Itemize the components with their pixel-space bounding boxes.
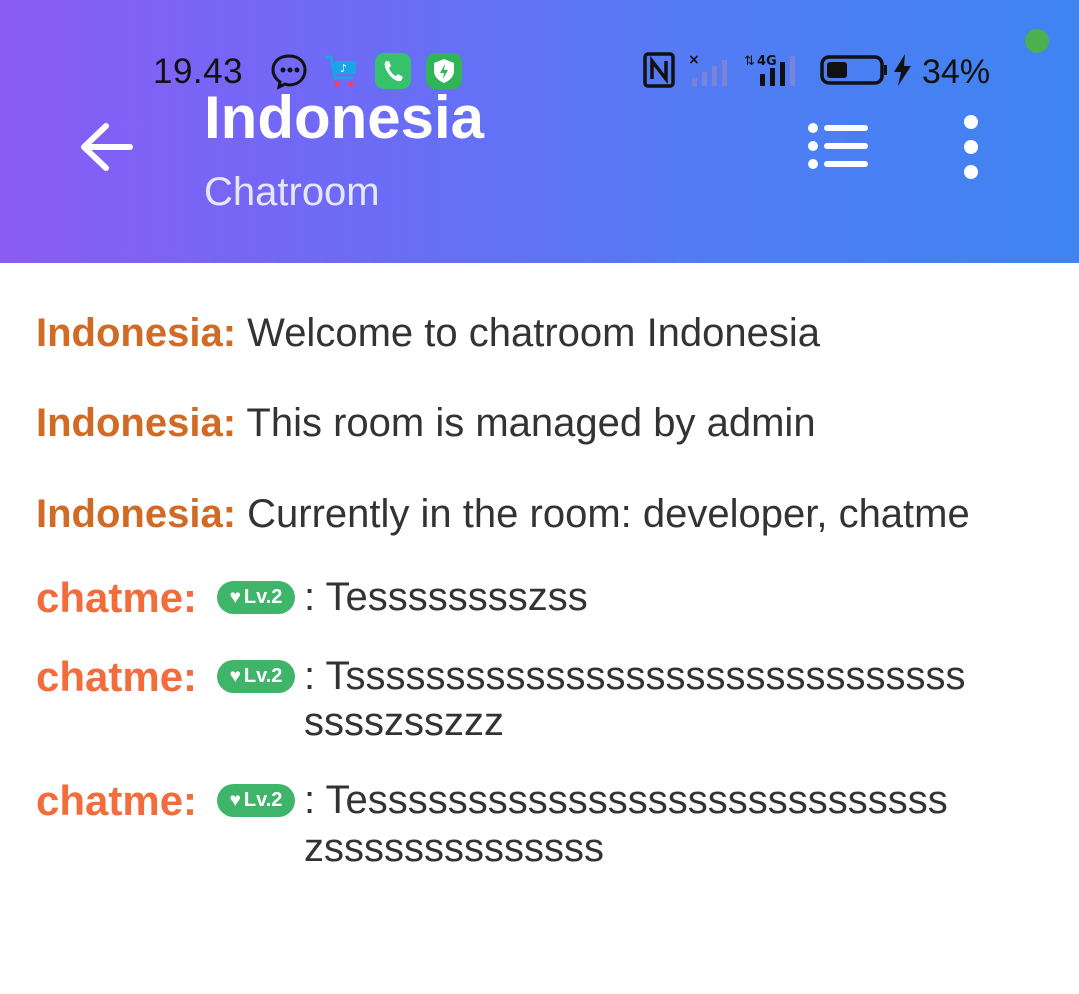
page-title: Indonesia bbox=[204, 84, 485, 151]
svg-text:4G: 4G bbox=[757, 54, 777, 69]
message-text: : Tesssssssssssssssssssssssssssss bbox=[304, 778, 948, 822]
heart-icon: ♥ bbox=[229, 666, 241, 687]
message-text: : Tsssssssssssssssssssssssssssssss bbox=[304, 654, 966, 698]
privacy-indicator-dot bbox=[1025, 29, 1049, 53]
message-text: : Tesssssssszss bbox=[304, 575, 588, 619]
message-sender[interactable]: Indonesia: bbox=[36, 401, 236, 445]
level-label: Lv.2 bbox=[243, 665, 283, 687]
room-message: Indonesia: This room is managed by admin bbox=[36, 399, 816, 448]
signal-sim1-icon: × bbox=[688, 52, 727, 86]
list-icon[interactable] bbox=[806, 122, 870, 170]
level-badge: ♥ Lv.2 bbox=[217, 784, 295, 817]
more-vertical-icon[interactable] bbox=[956, 114, 986, 180]
message-sender[interactable]: Indonesia: bbox=[36, 311, 236, 355]
back-arrow-icon[interactable] bbox=[78, 118, 136, 176]
message-text-continued: sssszsszzz bbox=[304, 700, 504, 744]
nfc-icon bbox=[643, 52, 675, 88]
user-message: chatme: ♥ Lv.2 : Tesssssssszss bbox=[36, 573, 1046, 633]
message-sender[interactable]: chatme: bbox=[36, 776, 197, 825]
svg-text:⇅: ⇅ bbox=[744, 54, 755, 69]
room-message: Indonesia: Currently in the room: develo… bbox=[36, 490, 970, 539]
level-badge: ♥ Lv.2 bbox=[217, 660, 295, 693]
message-text: This room is managed by admin bbox=[246, 401, 816, 445]
signal-4g-icon: ⇅ 4G bbox=[744, 54, 795, 86]
heart-icon: ♥ bbox=[229, 790, 241, 811]
user-message: chatme: ♥ Lv.2 : Tssssssssssssssssssssss… bbox=[36, 652, 1046, 752]
app-header: 19.43 ♪ × ⇅ 4G 34% Indonesia Chatroom bbox=[0, 0, 1079, 263]
battery-charging-icon bbox=[820, 54, 911, 86]
page-subtitle: Chatroom bbox=[204, 170, 380, 214]
message-sender[interactable]: Indonesia: bbox=[36, 492, 236, 536]
level-badge: ♥ Lv.2 bbox=[217, 581, 295, 614]
level-label: Lv.2 bbox=[243, 586, 283, 608]
user-message: chatme: ♥ Lv.2 : Tesssssssssssssssssssss… bbox=[36, 776, 1046, 876]
message-sender[interactable]: chatme: bbox=[36, 652, 197, 701]
message-sender[interactable]: chatme: bbox=[36, 573, 197, 622]
message-text-continued: zssssssssssssss bbox=[304, 826, 604, 870]
heart-icon: ♥ bbox=[229, 587, 241, 608]
room-message: Indonesia: Welcome to chatroom Indonesia bbox=[36, 309, 820, 358]
battery-percent: 34% bbox=[922, 53, 991, 91]
svg-text:×: × bbox=[688, 52, 700, 68]
message-text: Welcome to chatroom Indonesia bbox=[247, 311, 821, 355]
message-text: Currently in the room: developer, chatme bbox=[247, 492, 970, 536]
level-label: Lv.2 bbox=[243, 789, 283, 811]
svg-text:♪: ♪ bbox=[340, 62, 347, 75]
